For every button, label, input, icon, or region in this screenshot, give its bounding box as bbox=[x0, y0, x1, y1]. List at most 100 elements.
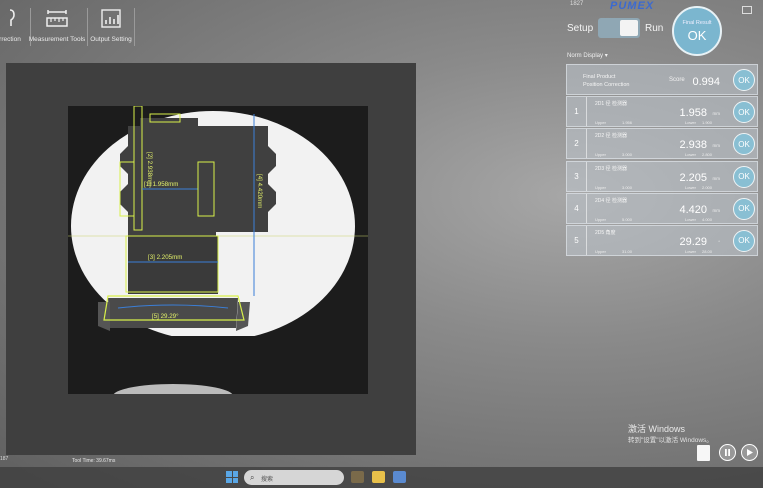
toolbar-divider bbox=[87, 8, 88, 46]
score-label: Score bbox=[669, 77, 685, 83]
norm-display-dropdown[interactable]: Norm Display ▾ bbox=[567, 52, 608, 59]
ruler-icon bbox=[45, 6, 69, 30]
windows-start-icon[interactable] bbox=[226, 471, 238, 483]
status-badge: OK bbox=[733, 101, 755, 124]
row-name: 2D2 径 检测器 bbox=[595, 133, 627, 140]
search-placeholder: 搜索 bbox=[261, 477, 274, 483]
result-row[interactable]: 2 2D2 径 检测器 2.938 mm Upper 3.000 Lower 2… bbox=[566, 128, 758, 160]
row-name: 2D1 径 检测器 bbox=[595, 101, 627, 108]
toolbar-item-measurement-tools[interactable]: Measurement Tools bbox=[27, 6, 87, 50]
measure-label-5: [5] 29.29° bbox=[152, 313, 179, 320]
result-row[interactable]: 3 2D3 径 检测器 2.205 mm Upper 3.000 Lower 2… bbox=[566, 160, 758, 192]
lower-label: Lower bbox=[685, 248, 696, 254]
toolbar-item-correction[interactable]: rrection bbox=[0, 6, 22, 50]
toggle-knob bbox=[620, 20, 638, 36]
app-icon[interactable] bbox=[393, 471, 406, 483]
row-index: 3 bbox=[567, 161, 587, 191]
toolbar-item-label: rrection bbox=[0, 36, 21, 43]
upper-value: 3.000 bbox=[622, 184, 633, 190]
status-badge: OK bbox=[733, 197, 755, 220]
row-value: 4.420 bbox=[679, 203, 707, 216]
toolbar-divider bbox=[134, 8, 135, 46]
row-name: 2D3 径 检测器 bbox=[595, 165, 627, 172]
toolbar-item-label: Measurement Tools bbox=[28, 36, 86, 43]
tool-time: Tool Time: 39.67ms bbox=[72, 458, 116, 464]
summary-line1: Final Product bbox=[583, 74, 616, 80]
run-label: Run bbox=[645, 23, 664, 34]
toolbar-item-output-setting[interactable]: Output Setting bbox=[89, 6, 133, 50]
upper-label: Upper bbox=[595, 184, 606, 190]
row-unit: ° bbox=[718, 239, 720, 245]
search-icon: ⌕ bbox=[250, 473, 255, 482]
row-value: 2.205 bbox=[679, 171, 707, 184]
status-badge: OK bbox=[733, 69, 755, 91]
brand-logo: PUMEX bbox=[610, 0, 655, 12]
result-row[interactable]: 5 2D5 角度 29.29 ° Upper 31.00 Lower 28.00… bbox=[566, 224, 758, 256]
pause-icon bbox=[725, 449, 730, 456]
hand-icon bbox=[0, 6, 22, 30]
summary-title: Final Product Position Correction bbox=[583, 73, 629, 89]
result-row-summary[interactable]: Final Product Position Correction Score … bbox=[566, 64, 758, 95]
part-image: [1] 1.958mm [3] 2.205mm [5] 29.29° [2] 2… bbox=[68, 106, 368, 394]
measure-label-2: [2] 2.938mm bbox=[146, 152, 153, 186]
lower-label: Lower bbox=[685, 152, 696, 158]
document-icon[interactable] bbox=[697, 445, 710, 461]
final-result-title: Final Result bbox=[682, 19, 712, 26]
pause-button[interactable] bbox=[719, 444, 736, 461]
lower-value: 1.900 bbox=[702, 120, 713, 126]
toolbar-item-label: Output Setting bbox=[90, 36, 132, 43]
upper-label: Upper bbox=[595, 216, 606, 222]
status-badge: OK bbox=[733, 165, 755, 188]
score-value: 0.994 bbox=[692, 76, 720, 88]
final-result-badge: Final Result OK bbox=[672, 6, 722, 56]
measure-label-3: [3] 2.205mm bbox=[148, 254, 182, 261]
row-unit: mm bbox=[712, 143, 721, 149]
row-index: 4 bbox=[567, 193, 587, 223]
file-explorer-icon[interactable] bbox=[372, 471, 385, 483]
lower-value: 2.800 bbox=[702, 152, 713, 158]
status-badge: OK bbox=[733, 229, 755, 252]
camera-view[interactable]: [1] 1.958mm [3] 2.205mm [5] 29.29° [2] 2… bbox=[68, 106, 368, 394]
result-row[interactable]: 4 2D4 径 检测器 4.420 mm Upper 5.000 Lower 4… bbox=[566, 192, 758, 224]
row-value: 2.938 bbox=[679, 139, 707, 152]
row-value: 29.29 bbox=[679, 235, 707, 248]
taskbar: ⌕ 搜索 bbox=[0, 467, 763, 488]
chart-icon bbox=[99, 6, 123, 30]
status-badge: OK bbox=[733, 133, 755, 156]
measure-label-4: [4] 4.420mm bbox=[256, 174, 263, 208]
window-icon[interactable] bbox=[742, 1, 752, 14]
upper-label: Upper bbox=[595, 120, 606, 126]
row-index: 2 bbox=[567, 129, 587, 159]
result-row[interactable]: 1 2D1 径 检测器 1.958 mm Upper 1.956 Lower 1… bbox=[566, 96, 758, 128]
lower-value: 4.000 bbox=[702, 216, 713, 222]
upper-label: Upper bbox=[595, 248, 606, 254]
lower-label: Lower bbox=[685, 216, 696, 222]
top-code: 1827 bbox=[570, 1, 584, 7]
row-name: 2D4 径 检测器 bbox=[595, 197, 627, 204]
lower-value: 2.000 bbox=[702, 184, 713, 190]
lower-label: Lower bbox=[685, 184, 696, 190]
summary-line2: Position Correction bbox=[583, 82, 630, 88]
row-index: 1 bbox=[567, 97, 587, 127]
upper-value: 3.000 bbox=[622, 152, 633, 158]
activation-watermark-text: 转到"设置"以激活 Windows。 bbox=[628, 437, 713, 444]
chevron-down-icon: ▾ bbox=[604, 53, 608, 59]
setup-run-toggle[interactable] bbox=[598, 18, 640, 38]
play-button[interactable] bbox=[741, 444, 758, 461]
upper-label: Upper bbox=[595, 152, 606, 158]
final-result-value: OK bbox=[687, 27, 707, 43]
lower-label: Lower bbox=[685, 120, 696, 126]
results-list: Final Product Position Correction Score … bbox=[566, 64, 758, 257]
task-view-icon[interactable] bbox=[351, 471, 364, 483]
row-name: 2D5 角度 bbox=[595, 229, 616, 236]
lower-value: 28.00 bbox=[702, 248, 713, 254]
upper-value: 5.000 bbox=[622, 216, 633, 222]
row-index: 5 bbox=[567, 225, 587, 255]
row-unit: mm bbox=[712, 175, 721, 181]
status-code: 187 bbox=[0, 456, 9, 462]
row-unit: mm bbox=[712, 207, 721, 213]
setup-label: Setup bbox=[567, 23, 594, 34]
upper-value: 31.00 bbox=[622, 248, 633, 254]
row-value: 1.958 bbox=[679, 107, 707, 120]
taskbar-search[interactable]: ⌕ 搜索 bbox=[244, 470, 344, 485]
